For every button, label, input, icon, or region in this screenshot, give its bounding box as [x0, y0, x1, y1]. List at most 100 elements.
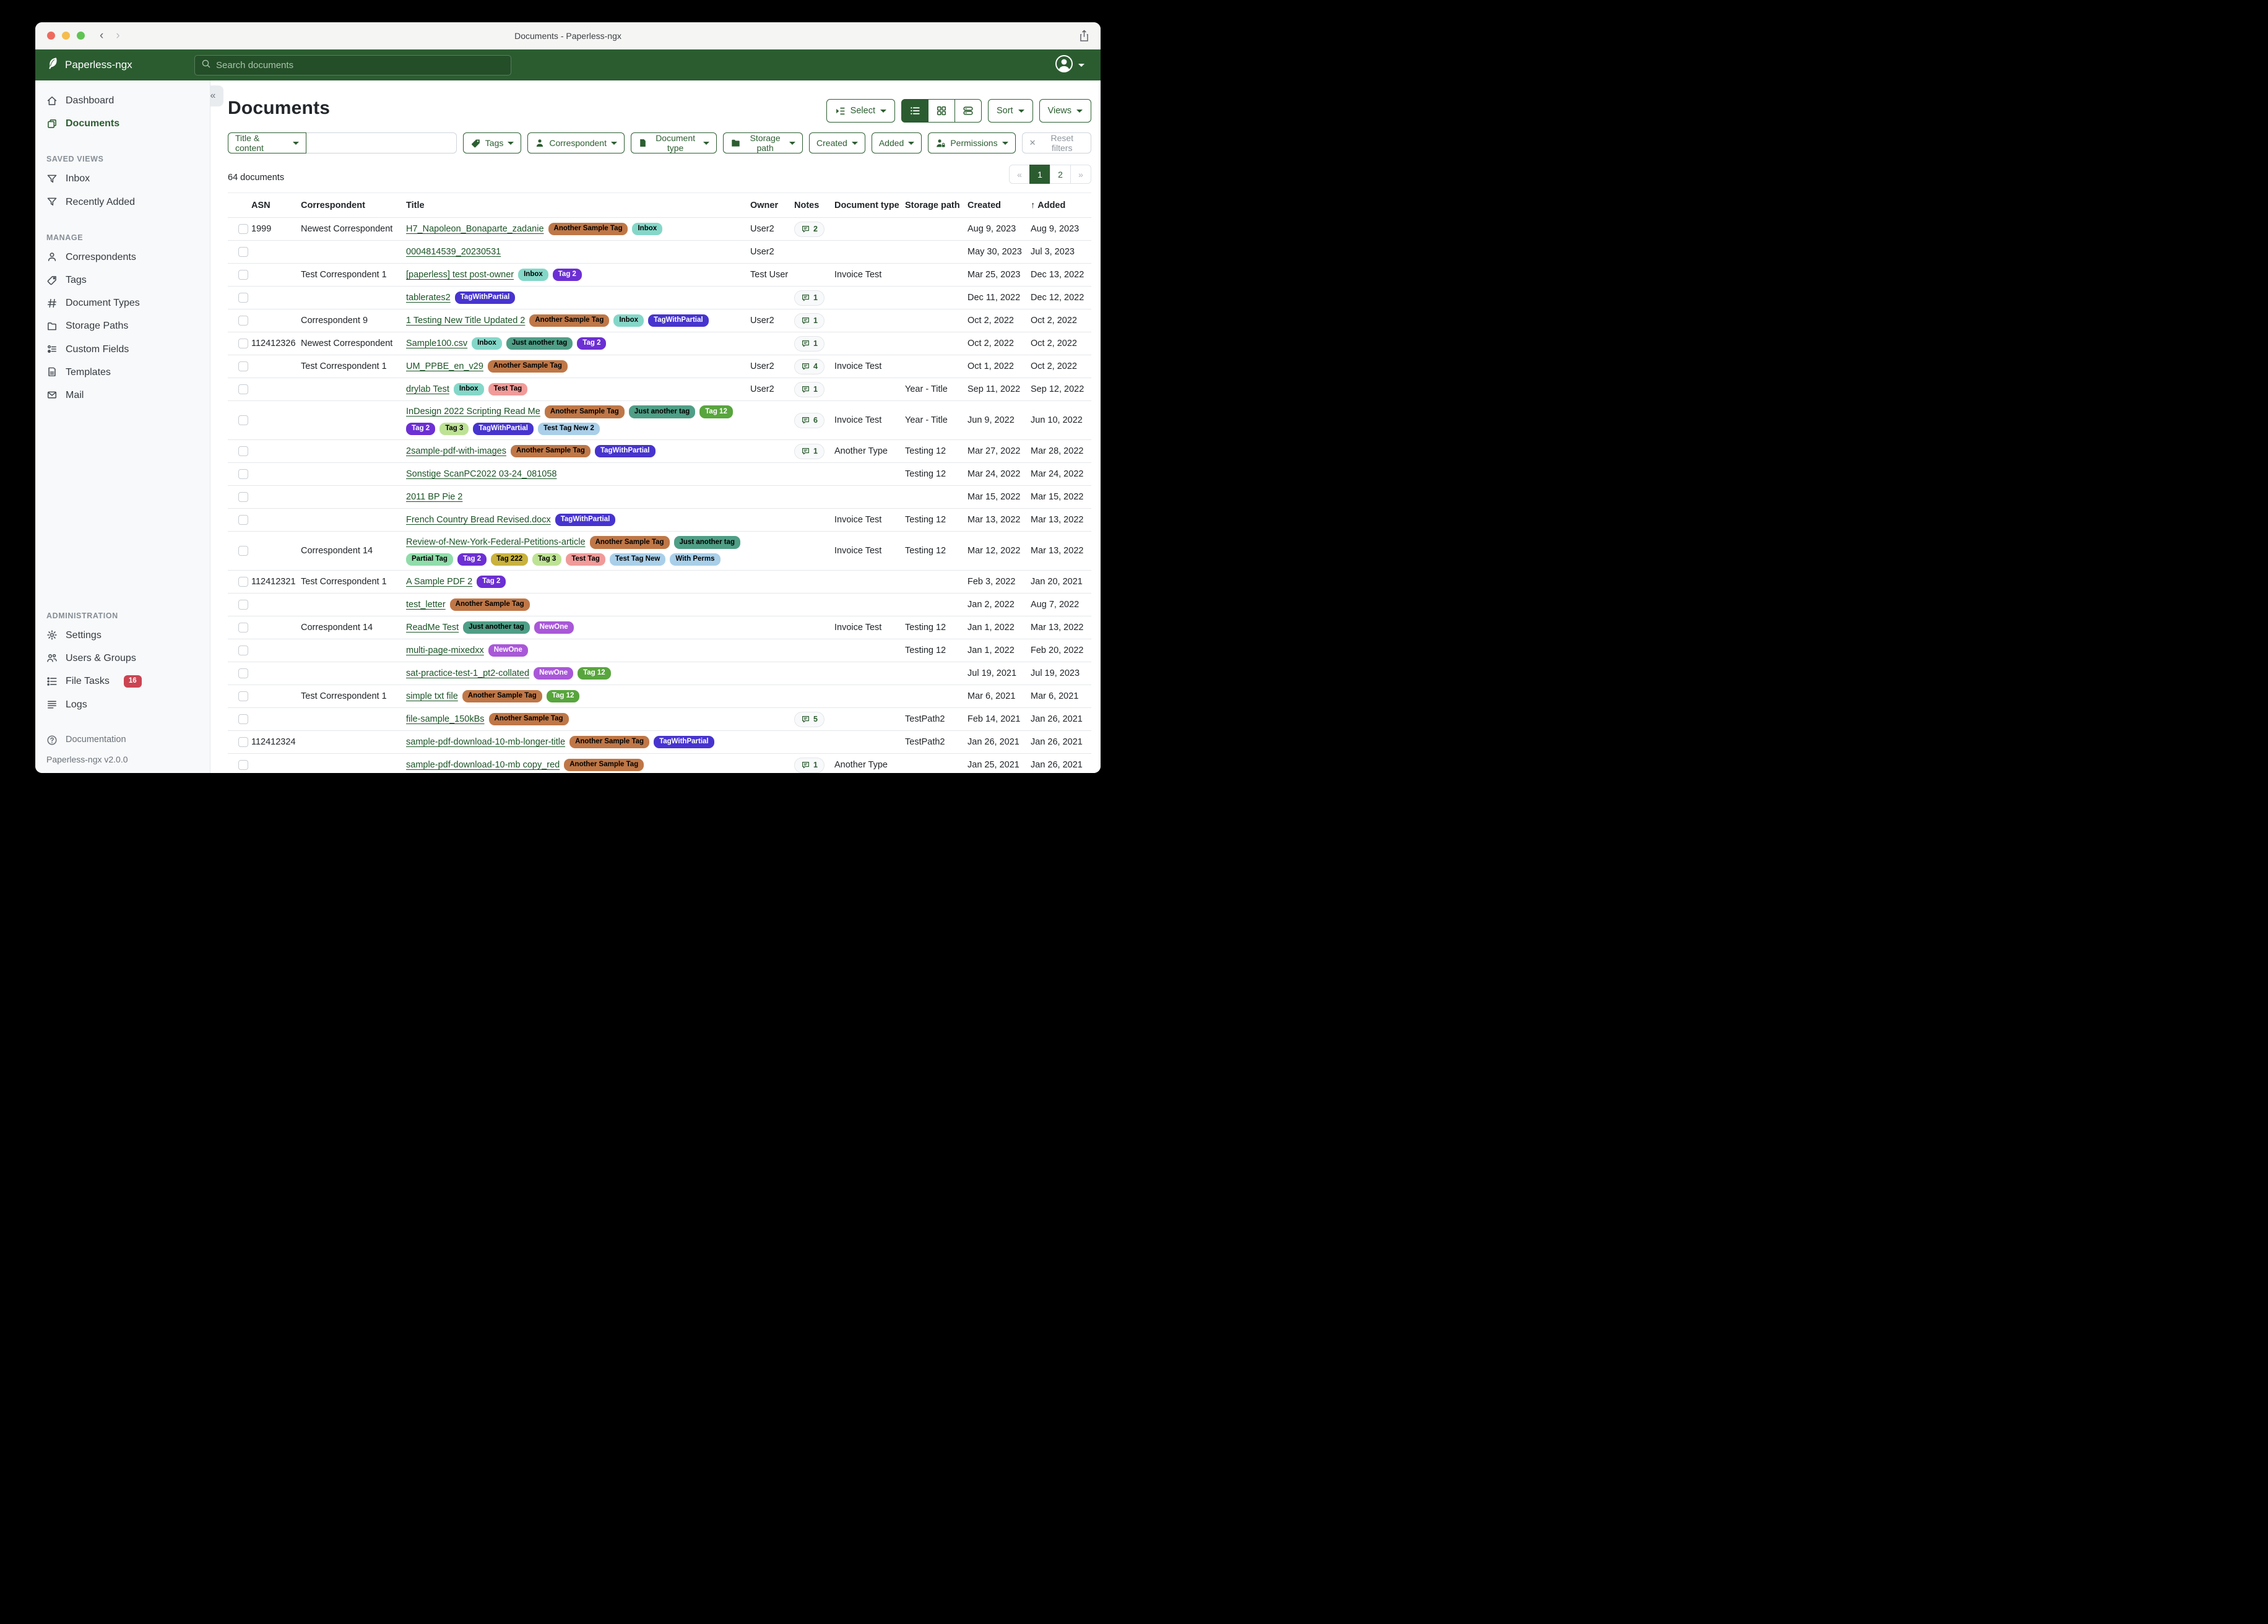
- notes-badge[interactable]: 1: [794, 313, 825, 329]
- filter-created-button[interactable]: Created: [809, 132, 865, 153]
- doc-checkbox[interactable]: [238, 446, 248, 456]
- doc-tag[interactable]: NewOne: [534, 621, 574, 634]
- doc-checkbox[interactable]: [238, 316, 248, 326]
- doc-tag[interactable]: Inbox: [454, 383, 484, 396]
- notes-badge[interactable]: 5: [794, 712, 825, 727]
- doc-tag[interactable]: Test Tag New 2: [538, 423, 600, 436]
- notes-badge[interactable]: 4: [794, 359, 825, 374]
- doc-checkbox[interactable]: [238, 714, 248, 724]
- doc-title-link[interactable]: 2011 BP Pie 2: [406, 492, 462, 502]
- pagination-page-2[interactable]: 2: [1050, 165, 1071, 184]
- doc-tag[interactable]: TagWithPartial: [455, 292, 516, 304]
- doc-tag[interactable]: Tag 2: [406, 423, 435, 436]
- doc-tag[interactable]: TagWithPartial: [648, 314, 709, 327]
- doc-tag[interactable]: Another Sample Tag: [450, 598, 530, 611]
- doc-tag[interactable]: Inbox: [613, 314, 644, 327]
- doc-title-link[interactable]: French Country Bread Revised.docx: [406, 515, 551, 525]
- sidebar-item-settings[interactable]: Settings: [35, 624, 210, 647]
- doc-tag[interactable]: Just another tag: [629, 405, 695, 418]
- notes-badge[interactable]: 1: [794, 290, 825, 306]
- column-header-added[interactable]: ↑Added: [1031, 201, 1091, 210]
- app-logo[interactable]: Paperless-ngx: [46, 57, 132, 74]
- doc-tag[interactable]: Another Sample Tag: [529, 314, 609, 327]
- doc-tag[interactable]: Just another tag: [463, 621, 529, 634]
- notes-badge[interactable]: 1: [794, 336, 825, 352]
- doc-tag[interactable]: Another Sample Tag: [488, 360, 568, 373]
- doc-tag[interactable]: Tag 222: [491, 553, 528, 566]
- doc-checkbox[interactable]: [238, 469, 248, 479]
- minimize-window-button[interactable]: [62, 32, 70, 40]
- doc-title-link[interactable]: sample-pdf-download-10-mb-longer-title: [406, 737, 565, 747]
- doc-tag[interactable]: Tag 12: [547, 690, 580, 703]
- doc-tag[interactable]: Tag 12: [578, 667, 611, 680]
- doc-tag[interactable]: NewOne: [534, 667, 573, 680]
- filter-document-type-button[interactable]: Document type: [631, 132, 717, 153]
- doc-tag[interactable]: TagWithPartial: [654, 736, 714, 749]
- pagination-page-1[interactable]: 1: [1029, 165, 1050, 184]
- sidebar-item-mail[interactable]: Mail: [35, 384, 210, 407]
- doc-title-link[interactable]: tablerates2: [406, 293, 451, 303]
- doc-checkbox[interactable]: [238, 691, 248, 701]
- doc-title-link[interactable]: drylab Test: [406, 384, 449, 394]
- doc-title-link[interactable]: sat-practice-test-1_pt2-collated: [406, 668, 529, 678]
- sidebar-item-storage-paths[interactable]: Storage Paths: [35, 314, 210, 337]
- doc-checkbox[interactable]: [238, 546, 248, 556]
- doc-tag[interactable]: Another Sample Tag: [569, 736, 649, 749]
- doc-tag[interactable]: Just another tag: [674, 536, 740, 549]
- doc-tag[interactable]: Tag 2: [477, 576, 506, 589]
- column-header-owner[interactable]: Owner: [750, 201, 794, 210]
- column-header-correspondent[interactable]: Correspondent: [301, 201, 406, 210]
- zoom-window-button[interactable]: [77, 32, 85, 40]
- doc-title-link[interactable]: 1 Testing New Title Updated 2: [406, 316, 525, 326]
- doc-checkbox[interactable]: [238, 293, 248, 303]
- doc-title-link[interactable]: 0004814539_20230531: [406, 247, 501, 257]
- reset-filters-button[interactable]: ✕ Reset filters: [1022, 132, 1091, 153]
- doc-tag[interactable]: Another Sample Tag: [511, 445, 591, 458]
- doc-title-link[interactable]: file-sample_150kBs: [406, 714, 485, 724]
- sidebar-item-correspondents[interactable]: Correspondents: [35, 246, 210, 269]
- sidebar-item-dashboard[interactable]: Dashboard: [35, 89, 210, 112]
- doc-checkbox[interactable]: [238, 415, 248, 425]
- filter-permissions-button[interactable]: Permissions: [928, 132, 1015, 153]
- share-icon[interactable]: [1079, 30, 1089, 45]
- filter-storage-path-button[interactable]: Storage path: [723, 132, 803, 153]
- doc-tag[interactable]: Another Sample Tag: [564, 759, 644, 772]
- doc-tag[interactable]: Tag 12: [699, 405, 733, 418]
- sidebar-item-templates[interactable]: Templates: [35, 361, 210, 384]
- doc-title-link[interactable]: simple txt file: [406, 691, 458, 701]
- doc-tag[interactable]: Tag 2: [577, 337, 606, 350]
- doc-checkbox[interactable]: [238, 646, 248, 655]
- notes-badge[interactable]: 1: [794, 758, 825, 773]
- pagination-prev-button[interactable]: «: [1009, 165, 1030, 184]
- doc-checkbox[interactable]: [238, 737, 248, 747]
- doc-checkbox[interactable]: [238, 577, 248, 587]
- sidebar-item-custom-fields[interactable]: Custom Fields: [35, 338, 210, 361]
- doc-title-link[interactable]: InDesign 2022 Scripting Read Me: [406, 407, 540, 417]
- doc-checkbox[interactable]: [238, 247, 248, 257]
- close-window-button[interactable]: [47, 32, 55, 40]
- doc-tag[interactable]: Tag 3: [532, 553, 561, 566]
- doc-title-link[interactable]: [paperless] test post-owner: [406, 270, 514, 280]
- filter-tags-button[interactable]: Tags: [463, 132, 522, 153]
- doc-title-link[interactable]: multi-page-mixedxx: [406, 646, 484, 655]
- doc-checkbox[interactable]: [238, 515, 248, 525]
- user-menu[interactable]: [1055, 54, 1084, 76]
- doc-tag[interactable]: Tag 2: [553, 269, 582, 282]
- doc-title-link[interactable]: ReadMe Test: [406, 623, 459, 633]
- doc-tag[interactable]: TagWithPartial: [595, 445, 656, 458]
- column-header-created[interactable]: Created: [967, 201, 1031, 210]
- card-view-button[interactable]: [954, 99, 982, 123]
- column-header-document-type[interactable]: Document type: [834, 201, 905, 210]
- sidebar-item-logs[interactable]: Logs: [35, 693, 210, 716]
- browser-forward-icon[interactable]: ›: [116, 29, 119, 43]
- doc-checkbox[interactable]: [238, 600, 248, 610]
- doc-tag[interactable]: Inbox: [632, 223, 662, 236]
- doc-checkbox[interactable]: [238, 668, 248, 678]
- doc-tag[interactable]: With Perms: [670, 553, 720, 566]
- browser-back-icon[interactable]: ‹: [100, 29, 103, 43]
- doc-title-link[interactable]: sample-pdf-download-10-mb copy_red: [406, 760, 560, 770]
- doc-title-link[interactable]: test_letter: [406, 600, 446, 610]
- sidebar-item-documents[interactable]: Documents: [35, 112, 210, 135]
- doc-checkbox[interactable]: [238, 760, 248, 770]
- column-header-notes[interactable]: Notes: [794, 201, 834, 210]
